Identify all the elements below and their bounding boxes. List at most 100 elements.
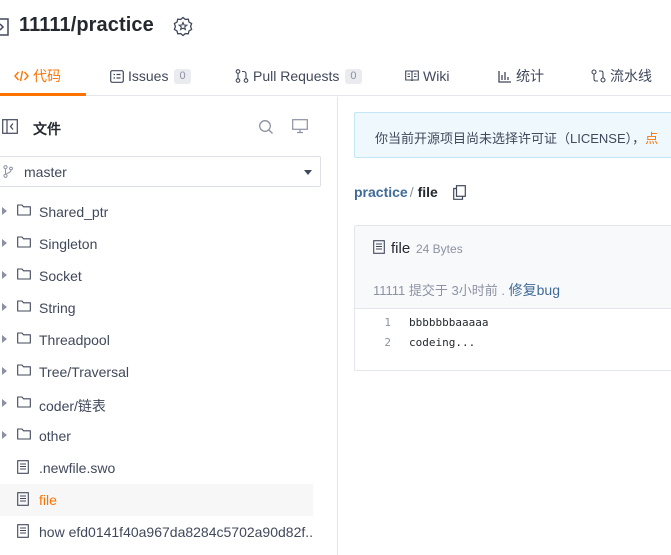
repo-header: 11111/practice bbox=[0, 0, 671, 56]
code-line: 2 codeing... bbox=[355, 336, 671, 356]
commit-message[interactable]: 修复bug bbox=[509, 282, 560, 298]
breadcrumb-separator: / bbox=[409, 184, 414, 200]
branch-icon bbox=[3, 165, 13, 178]
sidebar-header: 文件 bbox=[0, 111, 338, 145]
tab-label: 统计 bbox=[516, 68, 544, 84]
expand-arrow-icon[interactable] bbox=[2, 207, 7, 215]
commit-info: 11111 提交于 3小时前 . 修复bug bbox=[373, 280, 560, 300]
tree-item-label: Tree/Traversal bbox=[39, 364, 129, 380]
folder-icon bbox=[17, 364, 31, 376]
monitor-icon[interactable] bbox=[292, 119, 308, 134]
tab-pull-requests[interactable]: Pull Requests 0 bbox=[235, 56, 362, 96]
license-message: 你当前开源项目尚未选择许可证（LICENSE）， bbox=[375, 131, 646, 146]
tab-label: Issues bbox=[128, 68, 169, 84]
breadcrumb: practice / file bbox=[354, 184, 438, 200]
repo-title[interactable]: 11111/practice bbox=[19, 14, 154, 37]
tree-item-label: coder/链表 bbox=[39, 398, 106, 414]
tree-file[interactable]: .newfile.swo bbox=[0, 452, 313, 484]
breadcrumb-repo[interactable]: practice bbox=[354, 184, 408, 200]
folder-icon bbox=[17, 332, 31, 344]
folder-icon bbox=[17, 268, 31, 280]
license-link[interactable]: 点 bbox=[645, 131, 658, 146]
tab-code[interactable]: 代码 bbox=[14, 56, 61, 96]
code-line: 1 bbbbbbbaaaaa bbox=[355, 316, 671, 336]
file-header: file 24 Bytes 11111 提交于 3小时前 . 修复bug bbox=[355, 226, 671, 309]
tree-item-label: Socket bbox=[39, 268, 82, 284]
active-tab-indicator bbox=[0, 93, 86, 96]
file-name: file bbox=[391, 240, 411, 257]
expand-arrow-icon[interactable] bbox=[2, 399, 7, 407]
tree-item-label: Singleton bbox=[39, 236, 98, 252]
tree-folder[interactable]: Shared_ptr bbox=[0, 196, 313, 228]
folder-icon bbox=[17, 396, 31, 408]
tree-item-label: other bbox=[39, 428, 71, 444]
line-content: codeing... bbox=[409, 336, 476, 349]
tree-item-label: file bbox=[39, 492, 57, 508]
tab-statistics[interactable]: 统计 bbox=[498, 56, 544, 96]
folder-icon bbox=[17, 236, 31, 248]
tab-wiki[interactable]: Wiki bbox=[405, 56, 449, 96]
tree-folder[interactable]: Threadpool bbox=[0, 324, 313, 356]
tree-folder[interactable]: other bbox=[0, 420, 313, 452]
expand-arrow-icon[interactable] bbox=[2, 303, 7, 311]
commit-time: 提交于 3小时前 . bbox=[408, 283, 505, 298]
expand-arrow-icon[interactable] bbox=[2, 367, 7, 375]
tree-file-selected[interactable]: file bbox=[0, 484, 313, 516]
file-icon bbox=[17, 460, 29, 474]
tree-folder[interactable]: Singleton bbox=[0, 228, 313, 260]
line-content: bbbbbbbaaaaa bbox=[409, 316, 489, 329]
tab-label: Pull Requests bbox=[253, 68, 340, 84]
file-icon bbox=[17, 492, 29, 506]
tree-item-label: Shared_ptr bbox=[39, 204, 109, 220]
tree-file[interactable]: how efd0141f40a967da8284c5702a90d82f... bbox=[0, 516, 313, 548]
pull-request-icon bbox=[235, 69, 249, 83]
line-number[interactable]: 2 bbox=[375, 336, 391, 349]
expand-arrow-icon[interactable] bbox=[2, 335, 7, 343]
chart-icon bbox=[498, 70, 511, 83]
tab-label: 流水线 bbox=[610, 68, 652, 84]
tree-folder[interactable]: coder/链表 bbox=[0, 388, 313, 420]
breadcrumb-file: file bbox=[417, 184, 438, 200]
tab-issues[interactable]: Issues 0 bbox=[110, 56, 191, 96]
file-sidebar: 文件 master Shared_ptr Singleton Socket St… bbox=[0, 97, 338, 555]
folder-icon bbox=[17, 204, 31, 216]
collapse-sidebar-icon[interactable] bbox=[2, 119, 18, 134]
license-notice-text: 你当前开源项目尚未选择许可证（LICENSE），点 bbox=[375, 128, 658, 147]
expand-arrow-icon[interactable] bbox=[2, 271, 7, 279]
search-icon[interactable] bbox=[258, 119, 274, 135]
main-content: 你当前开源项目尚未选择许可证（LICENSE），点 practice / file … bbox=[354, 97, 671, 555]
expand-arrow-icon[interactable] bbox=[2, 431, 7, 439]
recommended-badge-icon[interactable] bbox=[172, 16, 194, 38]
branch-name: master bbox=[24, 164, 67, 180]
issues-count-badge: 0 bbox=[174, 68, 191, 84]
file-viewer: file 24 Bytes 11111 提交于 3小时前 . 修复bug 1 b… bbox=[354, 225, 671, 371]
tree-item-label: how efd0141f40a967da8284c5702a90d82f... bbox=[39, 524, 313, 540]
pipeline-icon bbox=[591, 69, 606, 83]
branch-selector[interactable]: master bbox=[0, 156, 321, 187]
tree-folder[interactable]: Tree/Traversal bbox=[0, 356, 313, 388]
commit-author[interactable]: 11111 bbox=[373, 283, 405, 298]
folder-icon bbox=[17, 428, 31, 440]
line-number[interactable]: 1 bbox=[375, 316, 391, 329]
repo-tabs: 代码 Issues 0 Pull Requests 0 Wiki 统计 流水线 bbox=[0, 56, 671, 96]
issues-icon bbox=[110, 69, 124, 83]
tree-folder[interactable]: Socket bbox=[0, 260, 313, 292]
pull-requests-count-badge: 0 bbox=[345, 68, 362, 84]
folder-icon bbox=[17, 300, 31, 312]
tab-pipeline[interactable]: 流水线 bbox=[591, 56, 652, 96]
file-icon bbox=[373, 240, 385, 254]
repo-icon bbox=[0, 18, 9, 36]
file-icon bbox=[17, 524, 29, 538]
tree-item-label: Threadpool bbox=[39, 332, 110, 348]
tree-folder[interactable]: String bbox=[0, 292, 313, 324]
wiki-icon bbox=[405, 70, 419, 82]
tab-label: 代码 bbox=[33, 68, 61, 84]
code-icon bbox=[14, 70, 29, 82]
license-notice: 你当前开源项目尚未选择许可证（LICENSE），点 bbox=[354, 112, 671, 158]
tree-item-label: String bbox=[39, 300, 76, 316]
tab-label: Wiki bbox=[423, 68, 450, 84]
copy-path-icon[interactable] bbox=[453, 185, 466, 200]
chevron-down-icon bbox=[304, 170, 312, 175]
sidebar-title: 文件 bbox=[33, 121, 61, 137]
expand-arrow-icon[interactable] bbox=[2, 239, 7, 247]
